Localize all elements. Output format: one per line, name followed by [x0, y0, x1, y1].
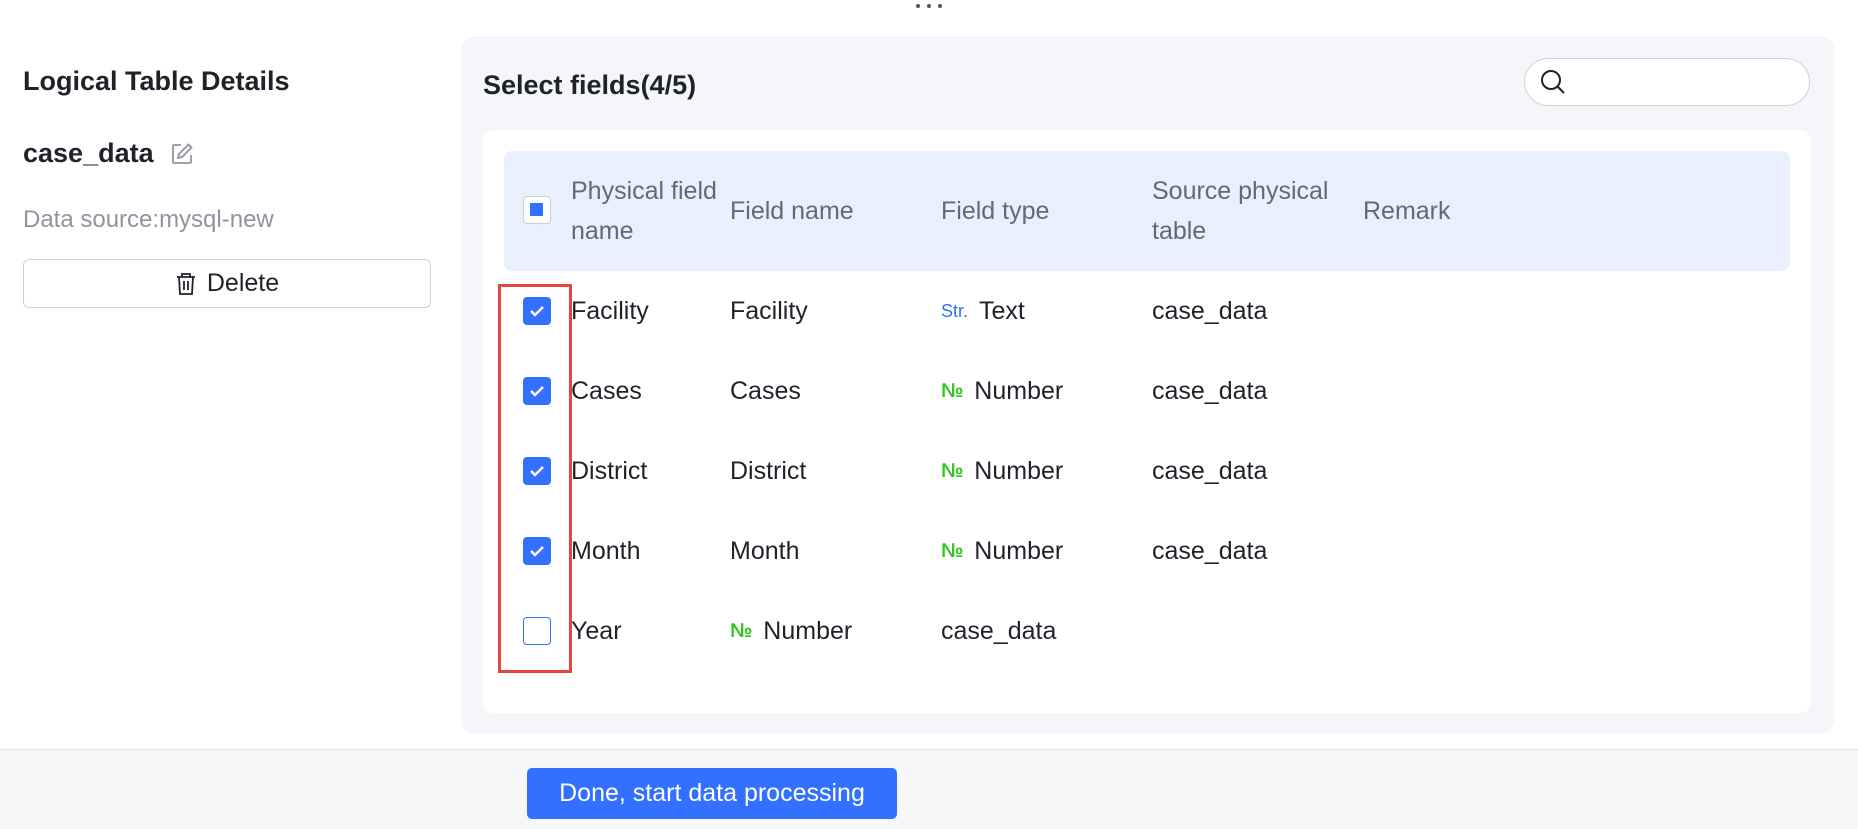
- table-name: case_data: [23, 138, 154, 168]
- table-header: Physical field name Field name Field typ…: [504, 151, 1790, 271]
- field-type-label: Text: [979, 297, 1025, 325]
- source-table: case_data: [941, 617, 1057, 645]
- search-box[interactable]: [1524, 58, 1810, 106]
- field-type: № Number: [941, 351, 1063, 431]
- field-type-label: Number: [974, 537, 1064, 565]
- field-name: Month: [730, 537, 800, 565]
- header-physical-line1: Physical field: [571, 177, 717, 205]
- header-remark: Remark: [1363, 197, 1451, 225]
- source-table: case_data: [1152, 297, 1268, 325]
- field-type: № Number: [730, 591, 852, 671]
- delete-button[interactable]: Delete: [23, 259, 431, 308]
- row-checkbox[interactable]: [523, 297, 551, 325]
- details-title: Logical Table Details: [23, 66, 290, 96]
- field-name: Facility: [730, 297, 808, 325]
- search-input[interactable]: [1577, 69, 1801, 95]
- table-row: Facility Facility Str. Text case_data: [504, 271, 1790, 351]
- table-row: Year № Number case_data: [504, 591, 1790, 671]
- table-row: District District № Number case_data: [504, 431, 1790, 511]
- number-type-icon: №: [941, 460, 964, 482]
- done-start-processing-button[interactable]: Done, start data processing: [527, 768, 897, 819]
- physical-field-name: Cases: [571, 377, 642, 405]
- select-all-checkbox[interactable]: [523, 196, 551, 224]
- header-physical-line2: name: [571, 217, 634, 245]
- number-type-icon: №: [730, 620, 753, 642]
- number-type-icon: №: [941, 540, 964, 562]
- edit-icon[interactable]: [170, 142, 194, 166]
- field-type: Str. Text: [941, 271, 1025, 351]
- text-type-icon: Str.: [941, 301, 969, 321]
- physical-field-name: Year: [571, 617, 622, 645]
- search-icon: [1541, 70, 1565, 94]
- table-row: Cases Cases № Number case_data: [504, 351, 1790, 431]
- header-source-line1: Source physical: [1152, 177, 1329, 205]
- data-source-label: Data source:mysql-new: [23, 206, 274, 233]
- source-table: case_data: [1152, 457, 1268, 485]
- field-type-label: Number: [974, 457, 1064, 485]
- row-checkbox[interactable]: [523, 537, 551, 565]
- physical-field-name: Month: [571, 537, 641, 565]
- field-type-label: Number: [763, 617, 853, 645]
- row-checkbox[interactable]: [523, 377, 551, 405]
- select-fields-panel: Select fields(4/5) Physical field name F…: [461, 36, 1834, 734]
- header-field-name: Field name: [730, 197, 854, 225]
- header-physical-field-name: Physical field name: [571, 171, 717, 251]
- field-name: District: [730, 457, 807, 485]
- row-checkbox[interactable]: [523, 457, 551, 485]
- physical-field-name: Facility: [571, 297, 649, 325]
- header-source-physical-table: Source physical table: [1152, 171, 1328, 251]
- delete-label: Delete: [206, 269, 280, 297]
- drag-handle-icon[interactable]: [914, 0, 944, 12]
- header-source-line2: table: [1152, 217, 1207, 245]
- number-type-icon: №: [941, 380, 964, 402]
- table-name-row: case_data: [23, 138, 194, 169]
- source-table: case_data: [1152, 537, 1268, 565]
- row-checkbox[interactable]: [523, 617, 551, 645]
- select-fields-title: Select fields(4/5): [483, 70, 697, 100]
- trash-icon: [176, 272, 195, 295]
- field-type: № Number: [941, 431, 1063, 511]
- header-field-type: Field type: [941, 197, 1050, 225]
- source-table: case_data: [1152, 377, 1268, 405]
- fields-table: Physical field name Field name Field typ…: [483, 130, 1811, 713]
- field-type-label: Number: [974, 377, 1064, 405]
- field-type: № Number: [941, 511, 1063, 591]
- footer-bar: [0, 749, 1858, 829]
- physical-field-name: District: [571, 457, 648, 485]
- table-row: Month Month № Number case_data: [504, 511, 1790, 591]
- field-name: Cases: [730, 377, 801, 405]
